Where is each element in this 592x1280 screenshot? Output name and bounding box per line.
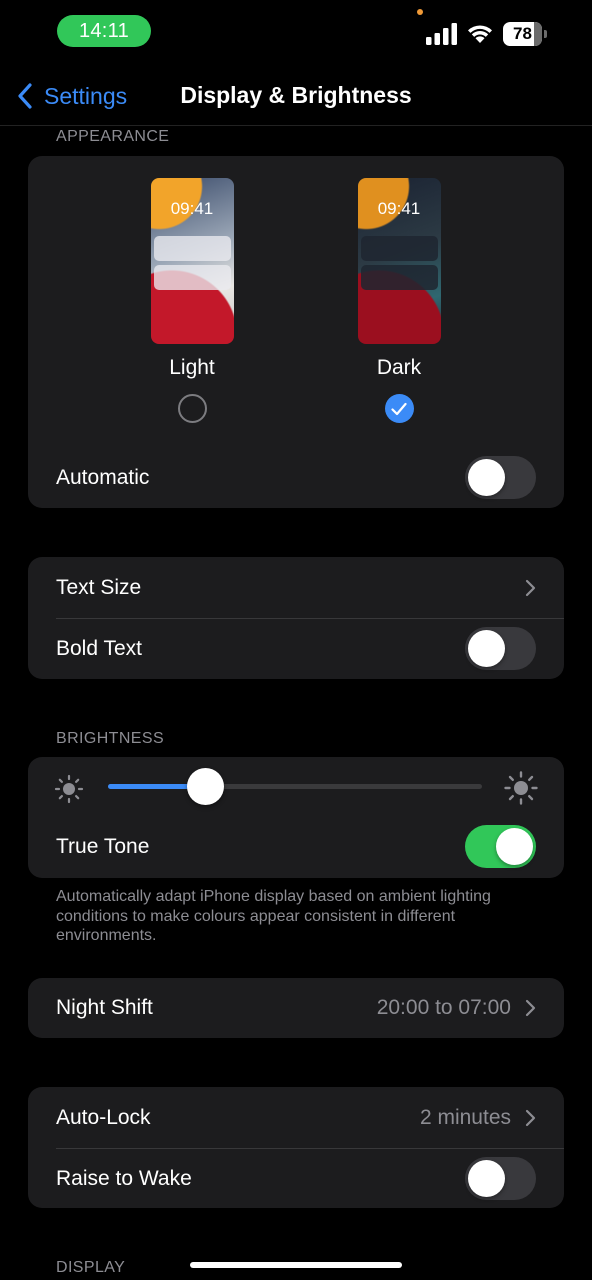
true-tone-footnote: Automatically adapt iPhone display based…	[56, 888, 491, 944]
brightness-header: BRIGHTNESS	[56, 730, 165, 747]
appearance-option-light[interactable]: 09:41 Light	[132, 178, 252, 423]
bold-text-label: Bold Text	[56, 636, 142, 660]
light-mode-preview: 09:41	[150, 178, 234, 344]
wifi-icon	[468, 25, 492, 43]
night-shift-group: Night Shift 20:00 to 07:00	[28, 978, 564, 1038]
lock-group: Auto-Lock 2 minutes Raise to Wake	[28, 1087, 564, 1208]
chevron-right-icon	[525, 579, 536, 596]
dark-option-label: Dark	[376, 356, 422, 379]
text-group: Text Size Bold Text	[28, 557, 564, 679]
automatic-row: Automatic	[28, 447, 564, 508]
dark-preview-time: 09:41	[377, 199, 421, 218]
night-shift-row[interactable]: Night Shift 20:00 to 07:00	[28, 978, 564, 1038]
auto-lock-value: 2 minutes	[419, 1105, 511, 1129]
bold-text-toggle[interactable]	[465, 627, 536, 670]
chevron-right-icon	[525, 1109, 536, 1126]
sun-min-icon	[54, 774, 84, 804]
true-tone-label: True Tone	[56, 834, 150, 858]
battery-level: 78	[513, 24, 532, 43]
true-tone-toggle[interactable]	[465, 825, 536, 868]
display-header: DISPLAY	[56, 1259, 126, 1276]
sun-max-icon	[504, 771, 538, 805]
battery-indicator: 78	[503, 22, 547, 46]
appearance-options: 09:41 Light 09:41 Dark	[28, 156, 564, 447]
brightness-slider-thumb[interactable]	[187, 768, 224, 805]
appearance-header: APPEARANCE	[56, 128, 170, 145]
raise-to-wake-label: Raise to Wake	[56, 1166, 192, 1190]
navigation-bar: Settings Display & Brightness	[0, 64, 592, 126]
night-shift-label: Night Shift	[56, 996, 153, 1019]
dark-radio-button[interactable]	[384, 394, 414, 423]
preview-notification	[153, 265, 231, 290]
cellular-signal-icon	[426, 23, 457, 45]
home-indicator[interactable]	[190, 1262, 402, 1268]
preview-notification	[153, 236, 231, 261]
true-tone-row: True Tone	[28, 816, 564, 877]
brightness-slider-row	[28, 757, 564, 816]
checkmark-icon	[391, 402, 407, 415]
automatic-label: Automatic	[56, 465, 150, 489]
auto-lock-row[interactable]: Auto-Lock 2 minutes	[28, 1087, 564, 1148]
bold-text-row: Bold Text	[28, 618, 564, 679]
chevron-right-icon	[525, 999, 536, 1017]
appearance-option-dark[interactable]: 09:41 Dark	[339, 178, 459, 423]
night-shift-value: 20:00 to 07:00	[376, 996, 511, 1019]
light-option-label: Light	[169, 356, 215, 379]
brightness-group: True Tone	[28, 757, 564, 878]
brightness-slider[interactable]	[108, 768, 482, 805]
preview-notification	[360, 236, 438, 261]
automatic-toggle[interactable]	[465, 456, 536, 499]
text-size-row[interactable]: Text Size	[28, 557, 564, 618]
preview-notification	[360, 265, 438, 290]
raise-to-wake-toggle[interactable]	[465, 1157, 536, 1200]
page-title: Display & Brightness	[180, 82, 412, 108]
privacy-indicator-dot	[417, 9, 423, 15]
text-size-label: Text Size	[56, 575, 142, 599]
auto-lock-label: Auto-Lock	[56, 1105, 151, 1129]
raise-to-wake-row: Raise to Wake	[28, 1148, 564, 1208]
status-bar: 14:11 78	[0, 0, 592, 64]
dark-mode-preview: 09:41	[357, 178, 441, 344]
status-time[interactable]: 14:11	[57, 15, 151, 47]
appearance-group: 09:41 Light 09:41 Dark Automatic	[28, 156, 564, 508]
light-preview-time: 09:41	[170, 199, 214, 218]
light-radio-button[interactable]	[177, 394, 207, 423]
